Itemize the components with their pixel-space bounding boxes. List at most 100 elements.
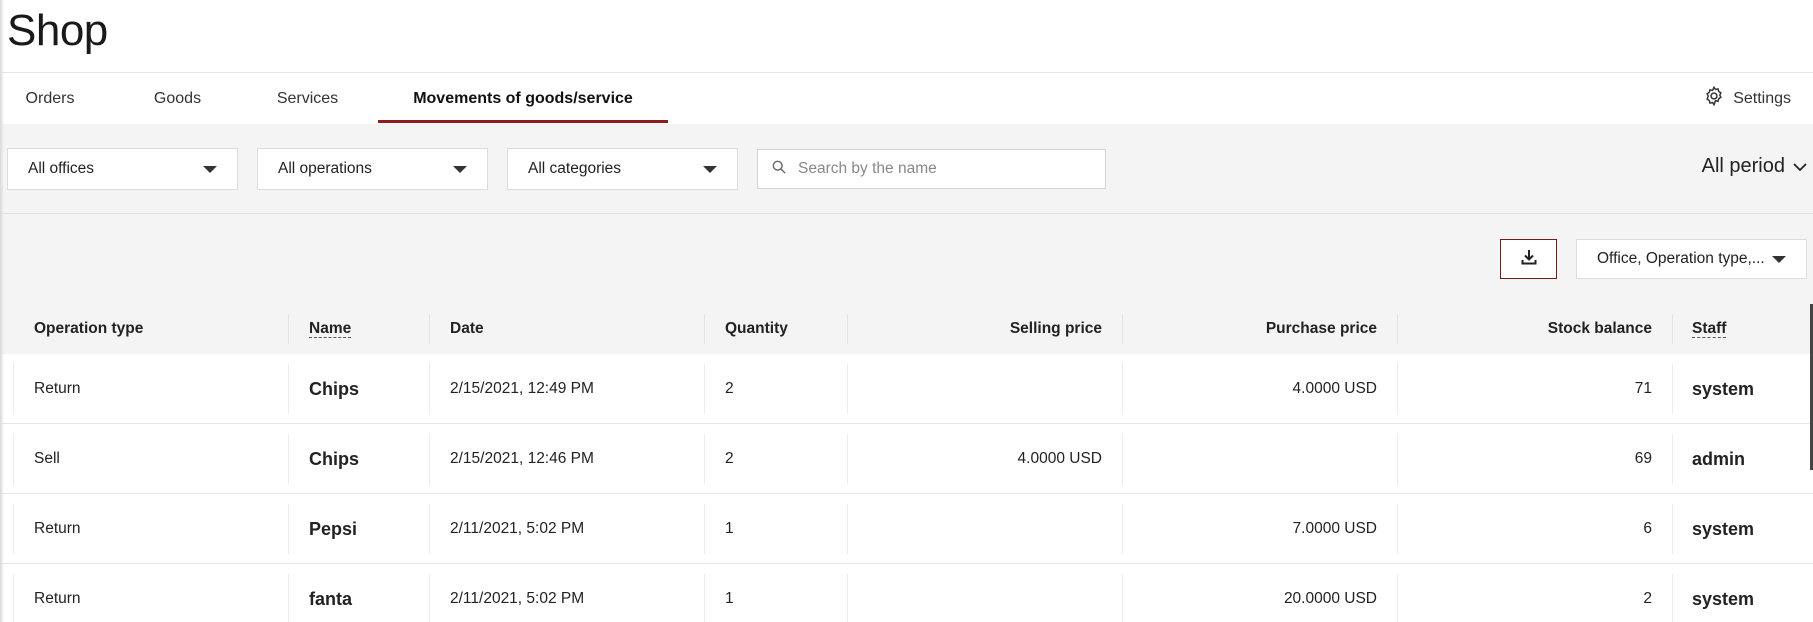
tab-goods[interactable]: Goods	[120, 73, 235, 124]
cell-selling-price	[847, 494, 1102, 564]
cell-purchase-price: 7.0000 USD	[1292, 520, 1377, 537]
tab-movements[interactable]: Movements of goods/service	[378, 73, 668, 124]
period-select[interactable]: All period	[1702, 155, 1807, 178]
header-staff-label: Staff	[1692, 320, 1727, 338]
column-divider	[1672, 574, 1673, 622]
operations-select[interactable]: All operations	[257, 148, 488, 190]
offices-select[interactable]: All offices	[7, 148, 238, 190]
row-divider	[13, 434, 14, 484]
row-divider	[13, 504, 14, 554]
cell-quantity: 2	[725, 380, 734, 397]
header-stock-balance[interactable]: Stock balance	[1397, 304, 1652, 354]
table-row[interactable]: Return Chips 2/15/2021, 12:49 PM 2 4.000…	[0, 354, 1813, 424]
caret-down-icon	[1772, 256, 1786, 263]
cell-date: 2/15/2021, 12:46 PM	[450, 450, 594, 467]
column-divider	[704, 314, 705, 344]
header-name[interactable]: Name	[309, 304, 352, 354]
column-divider	[429, 314, 430, 344]
download-button[interactable]	[1500, 239, 1557, 279]
cell-name[interactable]: fanta	[309, 564, 352, 622]
search-input[interactable]	[798, 160, 1098, 178]
header-staff[interactable]: Staff	[1692, 304, 1727, 354]
search-box	[757, 149, 1106, 189]
gear-icon	[1703, 85, 1725, 112]
cell-quantity: 2	[725, 450, 734, 467]
header-name-label: Name	[309, 320, 352, 338]
caret-down-icon	[203, 166, 217, 173]
cell-purchase-price	[1122, 424, 1377, 494]
caret-down-icon	[453, 166, 467, 173]
cell-stock-balance: 69	[1634, 450, 1652, 467]
movements-table: Operation type Name Date Quantity Sellin…	[0, 304, 1813, 622]
column-divider	[1672, 504, 1673, 554]
filter-bar: All offices All operations All categorie…	[0, 124, 1813, 214]
cell-staff: system	[1692, 519, 1755, 539]
column-divider	[429, 434, 430, 484]
cell-date: 2/11/2021, 5:02 PM	[450, 520, 585, 537]
operations-select-value: All operations	[278, 160, 372, 177]
cell-name[interactable]: Chips	[309, 424, 359, 494]
cell-purchase-price: 4.0000 USD	[1292, 380, 1377, 397]
caret-down-icon	[703, 166, 717, 173]
column-divider	[704, 434, 705, 484]
header-operation-type[interactable]: Operation type	[34, 304, 143, 354]
page-title: Shop	[7, 6, 108, 55]
cell-staff: system	[1692, 379, 1755, 399]
cell-quantity: 1	[725, 520, 734, 537]
cell-stock-balance: 2	[1643, 590, 1652, 607]
search-icon	[772, 160, 798, 179]
window-edge-shadow	[0, 0, 4, 622]
settings-button[interactable]: Settings	[1703, 73, 1791, 124]
header-quantity[interactable]: Quantity	[725, 304, 788, 354]
table-row[interactable]: Sell Chips 2/15/2021, 12:46 PM 2 4.0000 …	[0, 424, 1813, 494]
cell-operation-type: Return	[34, 520, 81, 537]
categories-select[interactable]: All categories	[507, 148, 738, 190]
offices-select-value: All offices	[28, 160, 95, 177]
header-date[interactable]: Date	[450, 304, 484, 354]
cell-stock-balance: 6	[1643, 520, 1652, 537]
download-icon	[1520, 248, 1538, 271]
table-header-row: Operation type Name Date Quantity Sellin…	[0, 304, 1813, 354]
columns-select[interactable]: Office, Operation type,...	[1576, 239, 1807, 279]
cell-purchase-price: 20.0000 USD	[1283, 590, 1377, 607]
header-selling-price[interactable]: Selling price	[847, 304, 1102, 354]
column-divider	[288, 364, 289, 414]
cell-operation-type: Sell	[34, 450, 60, 467]
row-divider	[13, 364, 14, 414]
cell-staff: system	[1692, 589, 1755, 609]
column-divider	[429, 504, 430, 554]
cell-date: 2/15/2021, 12:49 PM	[450, 380, 594, 397]
cell-staff: admin	[1692, 449, 1746, 469]
row-divider	[13, 574, 14, 622]
cell-stock-balance: 71	[1634, 380, 1652, 397]
cell-selling-price	[847, 564, 1102, 622]
column-divider	[288, 314, 289, 344]
settings-label: Settings	[1733, 89, 1791, 107]
cell-selling-price	[847, 354, 1102, 424]
column-divider	[704, 574, 705, 622]
tab-services[interactable]: Services	[250, 73, 365, 124]
column-divider	[704, 364, 705, 414]
tab-orders[interactable]: Orders	[0, 73, 100, 124]
table-row[interactable]: Return fanta 2/11/2021, 5:02 PM 1 20.000…	[0, 564, 1813, 622]
columns-select-value: Office, Operation type,...	[1597, 250, 1765, 267]
column-divider	[288, 434, 289, 484]
active-tab-indicator	[378, 120, 668, 123]
cell-name[interactable]: Pepsi	[309, 494, 357, 564]
column-divider	[429, 364, 430, 414]
table-toolbar: Office, Operation type,...	[0, 214, 1813, 304]
page-header: Shop	[0, 0, 1813, 73]
cell-quantity: 1	[725, 590, 734, 607]
header-purchase-price[interactable]: Purchase price	[1122, 304, 1377, 354]
column-divider	[429, 574, 430, 622]
categories-select-value: All categories	[528, 160, 622, 177]
cell-selling-price: 4.0000 USD	[1017, 450, 1102, 467]
table-row[interactable]: Return Pepsi 2/11/2021, 5:02 PM 1 7.0000…	[0, 494, 1813, 564]
cell-operation-type: Return	[34, 380, 81, 397]
column-divider	[288, 574, 289, 622]
cell-name[interactable]: Chips	[309, 354, 359, 424]
chevron-down-icon	[1793, 155, 1807, 178]
column-divider	[704, 504, 705, 554]
cell-operation-type: Return	[34, 590, 81, 607]
tab-bar: Orders Goods Services Movements of goods…	[0, 73, 1813, 124]
